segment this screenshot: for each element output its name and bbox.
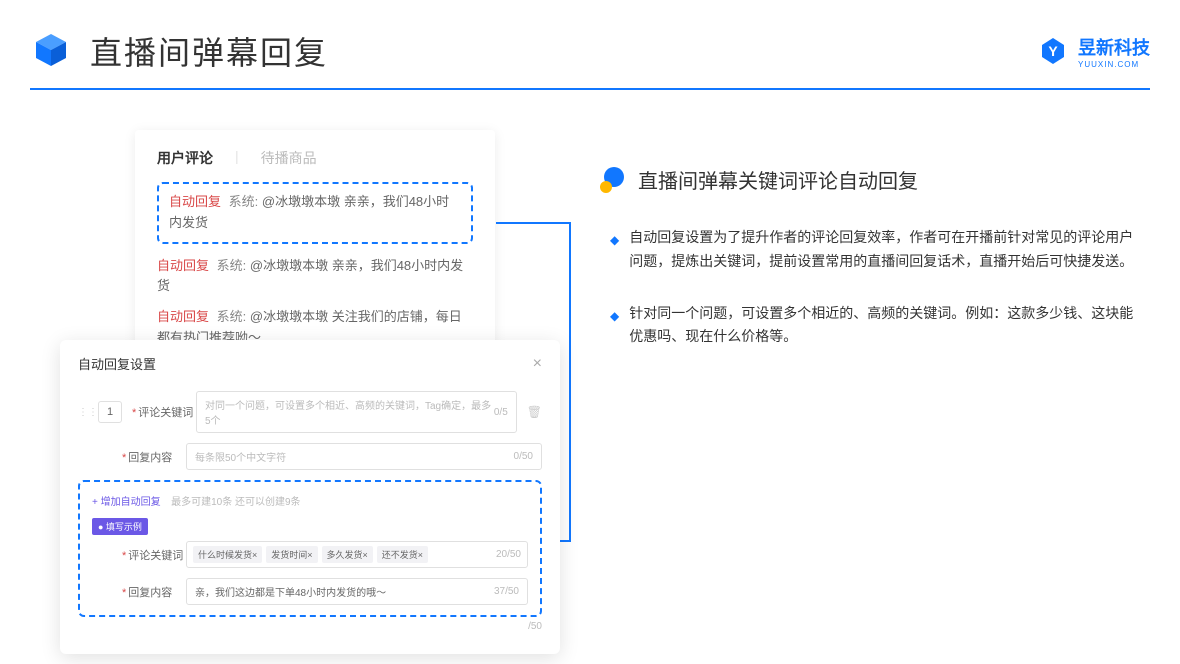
highlighted-comment: 自动回复 系统: @冰墩墩本墩 亲亲，我们48小时内发货 bbox=[157, 182, 473, 244]
field-label: *回复内容 bbox=[122, 584, 176, 600]
delete-icon[interactable]: 🗑 bbox=[527, 405, 542, 419]
system-label: 系统: bbox=[217, 258, 247, 273]
keyword-field-row: ⋮⋮ 1 *评论关键词 对同一个问题，可设置多个相近、高频的关键词，Tag确定，… bbox=[78, 391, 542, 433]
keyword-tag[interactable]: 发货时间× bbox=[266, 546, 317, 563]
example-keyword-input[interactable]: 什么时候发货× 发货时间× 多久发货× 还不发货× 20/50 bbox=[186, 541, 528, 568]
example-section: + 增加自动回复 最多可建10条 还可以创建9条 ● 填写示例 *评论关键词 什… bbox=[78, 480, 542, 617]
comment-row: 自动回复 系统: @冰墩墩本墩 亲亲，我们48小时内发货 bbox=[157, 256, 473, 298]
auto-reply-badge: 自动回复 bbox=[157, 309, 209, 324]
tab-separator: | bbox=[235, 148, 239, 168]
diamond-icon: ◆ bbox=[610, 306, 619, 350]
section-heading: 直播间弹幕关键词评论自动回复 bbox=[600, 165, 1140, 194]
tab-pending-products[interactable]: 待播商品 bbox=[261, 148, 317, 168]
bullet-text: 针对同一个问题，可设置多个相近的、高频的关键词。例如：这款多少钱、这块能优惠吗、… bbox=[629, 302, 1140, 350]
tab-user-comments[interactable]: 用户评论 bbox=[157, 148, 213, 168]
modal-title: 自动回复设置 bbox=[78, 354, 156, 373]
content-field-row: *回复内容 每条限50个中文字符 0/50 bbox=[78, 443, 542, 470]
drag-icon[interactable]: ⋮⋮ bbox=[78, 407, 88, 418]
keyword-tag[interactable]: 还不发货× bbox=[377, 546, 428, 563]
add-hint: 最多可建10条 还可以创建9条 bbox=[171, 497, 300, 508]
system-label: 系统: bbox=[229, 194, 259, 209]
close-icon[interactable]: × bbox=[533, 355, 542, 373]
svg-text:Y: Y bbox=[1048, 43, 1058, 59]
header-left: 直播间弹幕回复 bbox=[30, 28, 328, 74]
right-panel: 直播间弹幕关键词评论自动回复 ◆ 自动回复设置为了提升作者的评论回复效率，作者可… bbox=[600, 165, 1140, 377]
keyword-input[interactable]: 对同一个问题，可设置多个相近、高频的关键词，Tag确定，最多5个 0/5 bbox=[196, 391, 517, 433]
diamond-icon: ◆ bbox=[610, 230, 619, 274]
bubble-icon bbox=[600, 167, 626, 193]
example-content-row: *回复内容 亲，我们这边都是下单48小时内发货的哦～ 37/50 bbox=[92, 578, 528, 605]
header-divider bbox=[30, 88, 1150, 90]
brand-logo: Y 昱新科技 YUUXIN.COM bbox=[1038, 34, 1150, 69]
bullet-text: 自动回复设置为了提升作者的评论回复效率，作者可在开播前针对常见的评论用户问题，提… bbox=[629, 226, 1140, 274]
field-label: *评论关键词 bbox=[132, 404, 186, 420]
field-label: *回复内容 bbox=[122, 449, 176, 465]
system-label: 系统: bbox=[217, 309, 247, 324]
keyword-tag[interactable]: 什么时候发货× bbox=[193, 546, 262, 563]
placeholder-text: 每条限50个中文字符 bbox=[195, 449, 286, 464]
page-header: 直播间弹幕回复 Y 昱新科技 YUUXIN.COM bbox=[30, 28, 1150, 74]
char-counter: 20/50 bbox=[496, 549, 521, 560]
keyword-tag[interactable]: 多久发货× bbox=[322, 546, 373, 563]
auto-reply-modal: 自动回复设置 × ⋮⋮ 1 *评论关键词 对同一个问题，可设置多个相近、高频的关… bbox=[60, 340, 560, 654]
section-title-text: 直播间弹幕关键词评论自动回复 bbox=[638, 165, 918, 194]
example-badge: ● 填写示例 bbox=[92, 518, 148, 535]
content-input[interactable]: 每条限50个中文字符 0/50 bbox=[186, 443, 542, 470]
add-auto-reply-link[interactable]: + 增加自动回复 bbox=[92, 497, 161, 508]
brand-name: 昱新科技 bbox=[1078, 38, 1150, 58]
placeholder-text: 对同一个问题，可设置多个相近、高频的关键词，Tag确定，最多5个 bbox=[205, 397, 494, 427]
bullet-item: ◆ 针对同一个问题，可设置多个相近的、高频的关键词。例如：这款多少钱、这块能优惠… bbox=[610, 302, 1140, 350]
example-content-input[interactable]: 亲，我们这边都是下单48小时内发货的哦～ 37/50 bbox=[186, 578, 528, 605]
comment-row: 自动回复 系统: @冰墩墩本墩 亲亲，我们48小时内发货 bbox=[169, 192, 461, 234]
comment-tabs: 用户评论 | 待播商品 bbox=[157, 148, 473, 168]
auto-reply-badge: 自动回复 bbox=[157, 258, 209, 273]
char-counter: 0/50 bbox=[514, 451, 533, 462]
bullet-item: ◆ 自动回复设置为了提升作者的评论回复效率，作者可在开播前针对常见的评论用户问题… bbox=[610, 226, 1140, 274]
add-row: + 增加自动回复 最多可建10条 还可以创建9条 bbox=[92, 492, 528, 510]
example-keyword-row: *评论关键词 什么时候发货× 发货时间× 多久发货× 还不发货× 20/50 bbox=[92, 541, 528, 568]
char-counter: 0/5 bbox=[494, 407, 508, 418]
auto-reply-badge: 自动回复 bbox=[169, 194, 221, 209]
modal-header: 自动回复设置 × bbox=[78, 354, 542, 373]
brand-sub: YUUXIN.COM bbox=[1078, 60, 1150, 69]
bottom-counter: /50 bbox=[78, 621, 542, 632]
page-title: 直播间弹幕回复 bbox=[90, 28, 328, 74]
field-label: *评论关键词 bbox=[122, 547, 176, 563]
brand-icon: Y bbox=[1038, 36, 1068, 66]
bullet-list: ◆ 自动回复设置为了提升作者的评论回复效率，作者可在开播前针对常见的评论用户问题… bbox=[600, 226, 1140, 349]
char-counter: 37/50 bbox=[494, 586, 519, 597]
example-content-value: 亲，我们这边都是下单48小时内发货的哦～ bbox=[195, 584, 386, 599]
index-box: 1 bbox=[98, 401, 122, 423]
cube-icon bbox=[30, 30, 72, 72]
